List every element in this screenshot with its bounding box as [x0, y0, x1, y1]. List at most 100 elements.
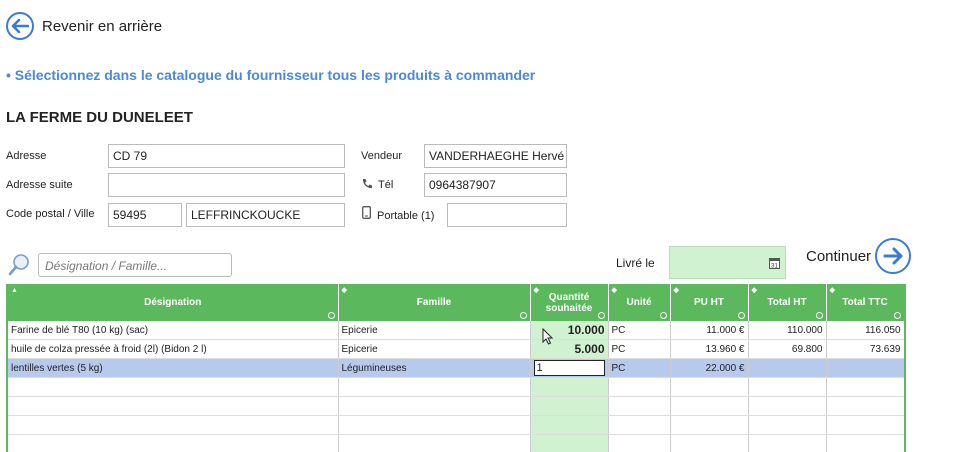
cell-empty[interactable] [748, 377, 827, 397]
cell-pu-ht[interactable]: 22.000 € [670, 358, 749, 378]
table-row-empty[interactable] [8, 377, 904, 397]
calendar-icon[interactable]: 31 [769, 256, 780, 274]
cell-empty[interactable] [8, 377, 339, 397]
cell-empty[interactable] [8, 415, 339, 435]
cell-total-ttc[interactable] [826, 358, 904, 378]
filter-icon[interactable] [893, 312, 901, 319]
cell-total-ttc[interactable]: 116.050 [826, 321, 904, 340]
sort-icon[interactable]: ◆ [674, 285, 679, 296]
cell-famille[interactable]: Epicerie [338, 339, 531, 359]
table-row-empty[interactable] [8, 415, 904, 435]
address2-field[interactable] [108, 173, 345, 197]
cell-empty[interactable] [748, 396, 827, 416]
table-header-row: ▲ Désignation ◆ Famille ◆ Quantité souhaitée… [8, 284, 904, 321]
sort-icon[interactable]: ◆ [752, 285, 757, 296]
cell-pu-ht[interactable]: 13.960 € [670, 339, 749, 359]
cell-empty[interactable] [826, 415, 904, 435]
cell-unite[interactable]: PC [608, 358, 671, 378]
cell-empty[interactable] [748, 415, 827, 435]
filter-icon[interactable] [659, 312, 667, 319]
seller-label: Vendeur [361, 150, 402, 162]
pu-ht-header-label: PU HT [694, 297, 724, 308]
cell-empty[interactable] [748, 434, 827, 452]
delivery-date-field[interactable]: 31 [669, 246, 786, 279]
cell-designation[interactable]: Farine de blé T80 (10 kg) (sac) [8, 321, 339, 340]
cell-empty[interactable] [826, 434, 904, 452]
address-field[interactable]: CD 79 [108, 144, 345, 168]
quantite-header-line1: Quantité [548, 291, 590, 303]
table-row-selected[interactable]: lentilles vertes (5 kg) Légumineuses 1 P… [8, 358, 904, 378]
column-header-quantite[interactable]: ◆ Quantité souhaitée [530, 284, 609, 321]
cell-quantite-editing[interactable]: 1 [530, 358, 609, 378]
city-field[interactable]: LEFFRINCKOUCKE [186, 203, 345, 227]
cell-total-ht[interactable] [748, 358, 827, 378]
cell-unite[interactable]: PC [608, 321, 671, 340]
cell-empty[interactable] [338, 434, 531, 452]
total-ht-header-label: Total HT [767, 297, 807, 308]
filter-icon[interactable] [815, 312, 823, 319]
back-button[interactable]: Revenir en arrière [6, 12, 162, 40]
cell-empty[interactable] [608, 434, 671, 452]
cell-famille[interactable]: Légumineuses [338, 358, 531, 378]
filter-icon[interactable] [737, 312, 745, 319]
cell-empty[interactable] [530, 434, 609, 452]
table-row[interactable]: Farine de blé T80 (10 kg) (sac) Epicerie… [8, 321, 904, 340]
cell-empty[interactable] [670, 396, 749, 416]
postal-city-label: Code postal / Ville [6, 208, 95, 220]
cell-empty[interactable] [8, 434, 339, 452]
cell-empty[interactable] [608, 396, 671, 416]
filter-icon[interactable] [519, 312, 527, 319]
cell-empty[interactable] [530, 396, 609, 416]
cell-designation[interactable]: lentilles vertes (5 kg) [8, 358, 339, 378]
postal-code-field[interactable]: 59495 [108, 203, 182, 227]
cell-empty[interactable] [530, 377, 609, 397]
seller-field[interactable]: VANDERHAEGHE Hervé [424, 144, 567, 168]
quantite-header-line2: souhaitée [545, 302, 593, 314]
cell-empty[interactable] [608, 415, 671, 435]
mobile-field[interactable] [447, 203, 567, 227]
address-label: Adresse [6, 150, 47, 162]
column-header-designation[interactable]: ▲ Désignation [8, 284, 339, 321]
filter-icon[interactable] [597, 312, 605, 319]
cell-famille[interactable]: Epicerie [338, 321, 531, 340]
sort-icon[interactable]: ◆ [830, 285, 835, 296]
quantity-input[interactable]: 1 [533, 360, 605, 376]
column-header-pu-ht[interactable]: ◆ PU HT [670, 284, 749, 321]
cell-empty[interactable] [338, 415, 531, 435]
cell-empty[interactable] [670, 415, 749, 435]
arrow-left-circle-icon [6, 12, 34, 40]
sort-icon[interactable]: ◆ [612, 285, 617, 296]
cell-pu-ht[interactable]: 11.000 € [670, 321, 749, 340]
search-input[interactable]: Désignation / Famille... [38, 253, 232, 277]
cell-empty[interactable] [8, 396, 339, 416]
cell-empty[interactable] [338, 396, 531, 416]
cell-empty[interactable] [826, 396, 904, 416]
table-row-empty[interactable] [8, 396, 904, 416]
cell-total-ttc[interactable]: 73.639 [826, 339, 904, 359]
phone-field[interactable]: 0964387907 [424, 173, 567, 197]
column-header-total-ttc[interactable]: ◆ Total TTC [826, 284, 904, 321]
phone-icon [361, 177, 373, 195]
table-row[interactable]: huile de colza pressée à froid (2l) (Bid… [8, 339, 904, 359]
column-header-famille[interactable]: ◆ Famille [338, 284, 531, 321]
sort-icon[interactable]: ◆ [534, 285, 539, 296]
cell-total-ht[interactable]: 110.000 [748, 321, 827, 340]
cell-unite[interactable]: PC [608, 339, 671, 359]
cell-empty[interactable] [338, 377, 531, 397]
table-row-empty[interactable] [8, 434, 904, 452]
arrow-right-circle-icon [875, 238, 912, 274]
sort-up-icon[interactable]: ▲ [11, 285, 18, 296]
sort-icon[interactable]: ◆ [342, 285, 347, 296]
continue-button[interactable]: Continuer [806, 238, 912, 274]
cell-empty[interactable] [670, 377, 749, 397]
column-header-total-ht[interactable]: ◆ Total HT [748, 284, 827, 321]
cell-empty[interactable] [670, 434, 749, 452]
magnifier-icon[interactable] [8, 253, 30, 282]
cell-designation[interactable]: huile de colza pressée à froid (2l) (Bid… [8, 339, 339, 359]
cell-empty[interactable] [826, 377, 904, 397]
column-header-unite[interactable]: ◆ Unité [608, 284, 671, 321]
filter-icon[interactable] [327, 312, 335, 319]
cell-empty[interactable] [530, 415, 609, 435]
cell-total-ht[interactable]: 69.800 [748, 339, 827, 359]
cell-empty[interactable] [608, 377, 671, 397]
